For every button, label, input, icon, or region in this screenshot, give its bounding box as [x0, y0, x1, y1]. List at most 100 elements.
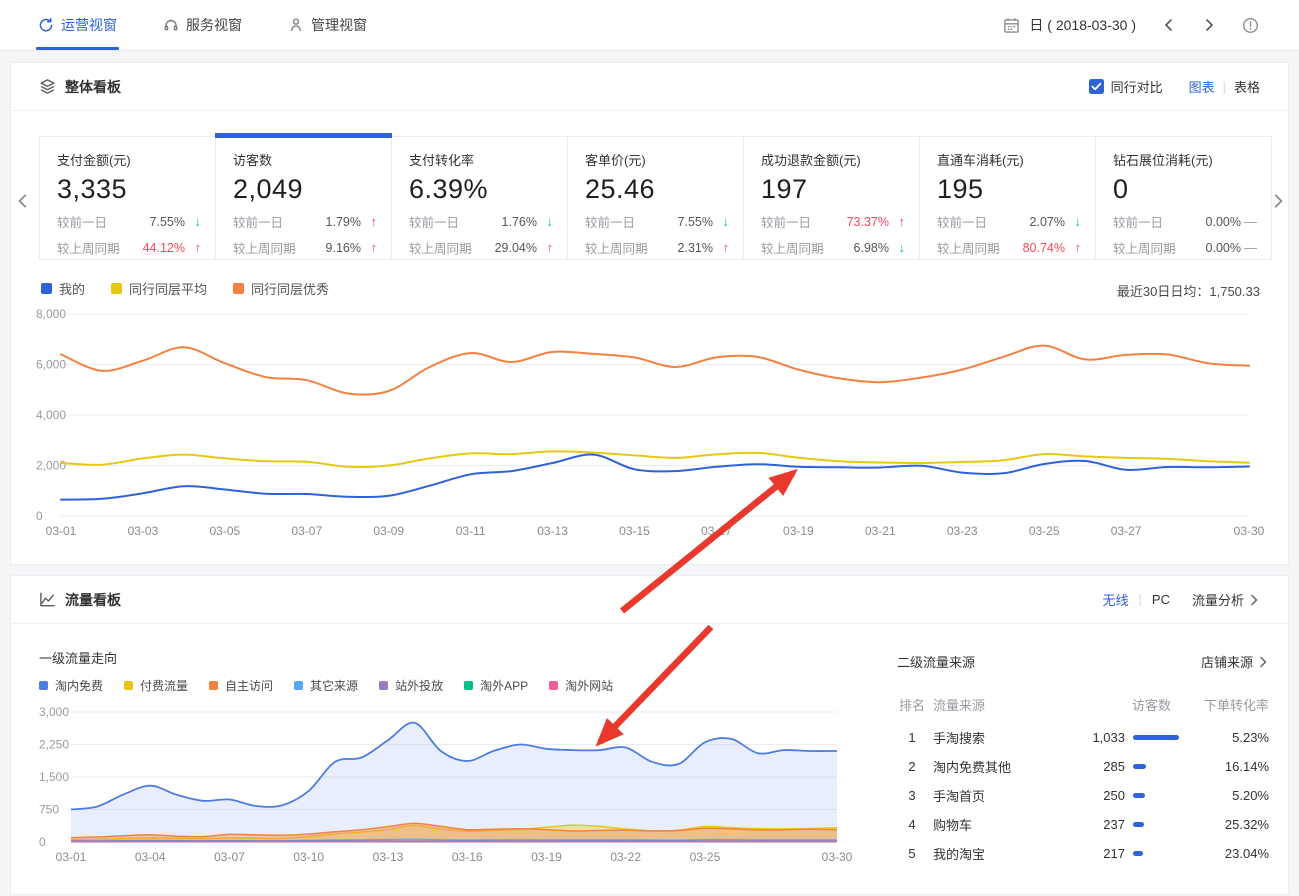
kpi-cards-strip: 支付金额(元)3,335较前一日7.55%↓较上周同期44.12%↑访客数2,0…: [39, 136, 1272, 260]
legend-item[interactable]: 同行同层平均: [111, 279, 207, 298]
kpi-card-value: 0: [1113, 174, 1257, 205]
traffic-title-group: 流量看板: [39, 590, 121, 610]
legend-label: 我的: [59, 279, 85, 298]
divider: |: [1223, 79, 1226, 94]
down-arrow-icon: ↓: [1065, 214, 1081, 229]
flow-chart-legend: 淘内免费 付费流量 自主访问 其它来源 站外投放 淘外APP 淘外网站: [39, 677, 613, 694]
kpi-metric-value: 0.00%: [1206, 215, 1241, 229]
cards-next-icon[interactable]: [1270, 193, 1286, 209]
wireless-tab[interactable]: 无线: [1103, 590, 1129, 609]
kpi-card-4[interactable]: 客单价(元)25.46较前一日7.55%↓较上周同期2.31%↑: [568, 137, 744, 259]
legend-item[interactable]: 我的: [41, 279, 85, 298]
svg-text:2,250: 2,250: [39, 738, 69, 752]
kpi-card-2[interactable]: 访客数2,049较前一日1.79%↑较上周同期9.16%↑: [216, 137, 392, 259]
shop-source-link[interactable]: 店铺来源: [1201, 652, 1269, 671]
kpi-metric-value: 0.00%: [1206, 241, 1241, 255]
legend-item[interactable]: 站外投放: [379, 677, 443, 694]
kpi-card-title: 支付金额(元): [57, 150, 201, 169]
svg-text:03-11: 03-11: [456, 524, 486, 538]
row-rank: 1: [897, 730, 927, 745]
svg-text:03-27: 03-27: [1111, 524, 1142, 538]
tab-management-view[interactable]: 管理视窗: [288, 0, 367, 50]
legend-item[interactable]: 付费流量: [124, 677, 188, 694]
kpi-card-6[interactable]: 直通车消耗(元)195较前一日2.07%↓较上周同期80.74%↑: [920, 137, 1096, 259]
kpi-metric-label: 较上周同期: [1113, 238, 1176, 257]
legend-item[interactable]: 自主访问: [209, 677, 273, 694]
up-arrow-icon: ↑: [185, 240, 201, 255]
line-chart-icon: [39, 591, 56, 608]
row-conversion: 23.04%: [1179, 846, 1269, 861]
view-table-button[interactable]: 表格: [1234, 77, 1260, 96]
kpi-card-value: 3,335: [57, 174, 201, 205]
info-icon[interactable]: [1242, 17, 1259, 34]
traffic-analysis-link[interactable]: 流量分析: [1192, 590, 1260, 609]
kpi-card-5[interactable]: 成功退款金额(元)197较前一日73.37%↑较上周同期6.98%↓: [744, 137, 920, 259]
legend-swatch: [549, 681, 558, 690]
row-visitors-bar: [1133, 822, 1144, 827]
svg-text:03-17: 03-17: [701, 524, 732, 538]
source-title: 二级流量来源: [897, 652, 975, 671]
main-chart-legend: 我的 同行同层平均 同行同层优秀: [41, 279, 329, 298]
legend-item[interactable]: 淘外网站: [549, 677, 613, 694]
kpi-metric-value: 7.55%: [150, 215, 185, 229]
flat-arrow-icon: —: [1241, 214, 1257, 229]
kpi-metric-label: 较前一日: [409, 212, 459, 231]
row-visitors-bar-box: [1125, 735, 1179, 740]
layers-icon: [39, 78, 56, 95]
col-name-header: 流量来源: [933, 695, 1069, 714]
kpi-metric-row: 较前一日1.79%↑: [233, 212, 377, 231]
date-next-icon[interactable]: [1202, 18, 1216, 32]
up-arrow-icon: ↑: [361, 214, 377, 229]
up-arrow-icon: ↑: [713, 240, 729, 255]
kpi-metric-row: 较前一日7.55%↓: [585, 212, 729, 231]
legend-swatch: [39, 681, 48, 690]
legend-item[interactable]: 其它来源: [294, 677, 358, 694]
peer-compare-toggle[interactable]: 同行对比: [1089, 77, 1163, 96]
svg-text:03-07: 03-07: [214, 850, 245, 864]
headset-icon: [163, 17, 179, 33]
legend-label: 付费流量: [140, 677, 188, 694]
kpi-card-3[interactable]: 支付转化率6.39%较前一日1.76%↓较上周同期29.04%↑: [392, 137, 568, 259]
tab-label: 服务视窗: [186, 15, 242, 35]
kpi-card-7[interactable]: 钻石展位消耗(元)0较前一日0.00%—较上周同期0.00%—: [1096, 137, 1271, 259]
top-navigation-bar: 运营视窗 服务视窗 管理视窗 日 ( 2018-03-30 ): [0, 0, 1299, 51]
svg-text:750: 750: [39, 803, 59, 817]
row-visitors-bar: [1133, 735, 1179, 740]
legend-label: 其它来源: [310, 677, 358, 694]
row-visitors-bar-box: [1125, 764, 1179, 769]
row-visitors-bar-box: [1125, 822, 1179, 827]
traffic-source-panel: 二级流量来源 店铺来源 排名 流量来源 访客数 下单转化率 1手淘搜索1,033…: [897, 652, 1269, 868]
tab-service-view[interactable]: 服务视窗: [163, 0, 242, 50]
kpi-metric-row: 较前一日2.07%↓: [937, 212, 1081, 231]
table-row: 5我的淘宝21723.04%: [897, 839, 1269, 868]
row-visitors: 285: [1069, 759, 1125, 774]
row-visitors-bar: [1133, 793, 1145, 798]
legend-item[interactable]: 淘外APP: [464, 677, 528, 694]
date-prev-icon[interactable]: [1162, 18, 1176, 32]
svg-text:03-23: 03-23: [947, 524, 978, 538]
tab-operations-view[interactable]: 运营视窗: [38, 0, 117, 50]
kpi-metric-value: 7.55%: [678, 215, 713, 229]
kpi-card-1[interactable]: 支付金额(元)3,335较前一日7.55%↓较上周同期44.12%↑: [40, 137, 216, 259]
row-source-name: 手淘搜索: [933, 728, 1069, 747]
date-picker[interactable]: 日 ( 2018-03-30 ): [1003, 15, 1136, 35]
kpi-metric-label: 较上周同期: [761, 238, 824, 257]
svg-text:2,000: 2,000: [36, 459, 66, 473]
svg-text:03-25: 03-25: [690, 850, 721, 864]
kpi-metric-label: 较前一日: [937, 212, 987, 231]
row-conversion: 25.32%: [1179, 817, 1269, 832]
legend-item[interactable]: 淘内免费: [39, 677, 103, 694]
legend-item[interactable]: 同行同层优秀: [233, 279, 329, 298]
kpi-metric-row: 较前一日0.00%—: [1113, 212, 1257, 231]
pc-tab[interactable]: PC: [1152, 592, 1170, 607]
cards-prev-icon[interactable]: [15, 193, 31, 209]
panel-title: 流量看板: [65, 590, 121, 610]
row-source-name: 购物车: [933, 815, 1069, 834]
legend-swatch: [379, 681, 388, 690]
svg-text:03-13: 03-13: [373, 850, 404, 864]
kpi-metric-row: 较上周同期44.12%↑: [57, 238, 201, 257]
view-chart-button[interactable]: 图表: [1189, 77, 1215, 96]
kpi-metric-row: 较上周同期9.16%↑: [233, 238, 377, 257]
row-conversion: 5.23%: [1179, 730, 1269, 745]
kpi-card-title: 客单价(元): [585, 150, 729, 169]
